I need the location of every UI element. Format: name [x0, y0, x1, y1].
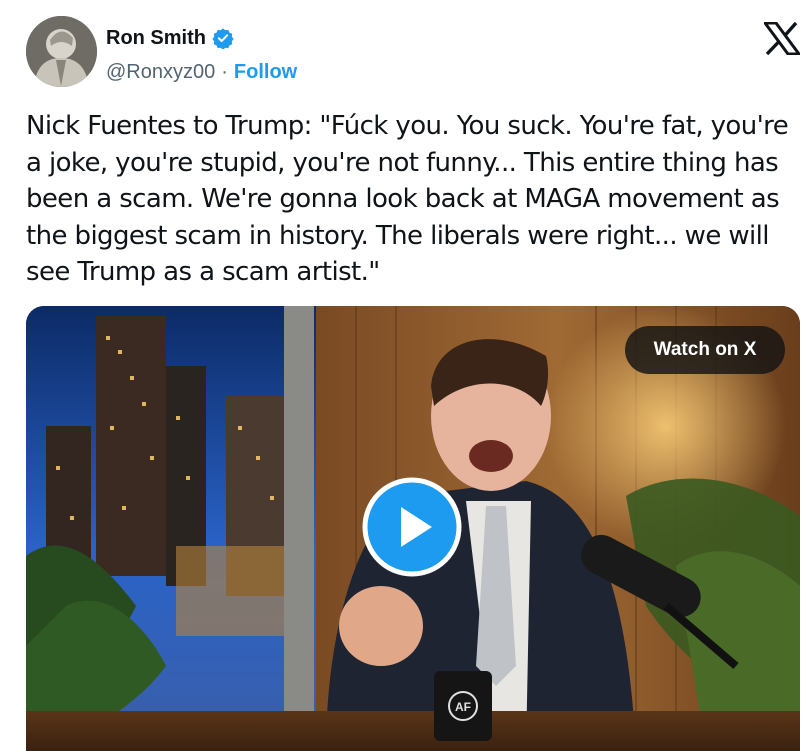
- author-name[interactable]: Ron Smith: [106, 25, 206, 51]
- mug-logo: AF: [455, 700, 471, 714]
- avatar[interactable]: [26, 16, 97, 87]
- handle-row: @Ronxyz00 · Follow: [106, 59, 297, 85]
- separator-dot: ·: [221, 61, 228, 83]
- tweet-text: Nick Fuentes to Trump: "Fúck you. You su…: [26, 111, 789, 287]
- watch-on-x-button[interactable]: Watch on X: [625, 326, 785, 374]
- author-handle[interactable]: @Ronxyz00: [106, 59, 215, 85]
- follow-button[interactable]: Follow: [234, 59, 297, 85]
- play-icon[interactable]: [362, 477, 462, 577]
- verified-badge-icon: [212, 28, 234, 49]
- video-media[interactable]: AF Watch on X: [26, 306, 800, 751]
- x-logo-icon[interactable]: [764, 22, 800, 55]
- tweet-card: Ron Smith @Ronxyz00 · Follow Nick Fuente…: [0, 0, 804, 751]
- author-name-row[interactable]: Ron Smith: [106, 25, 234, 51]
